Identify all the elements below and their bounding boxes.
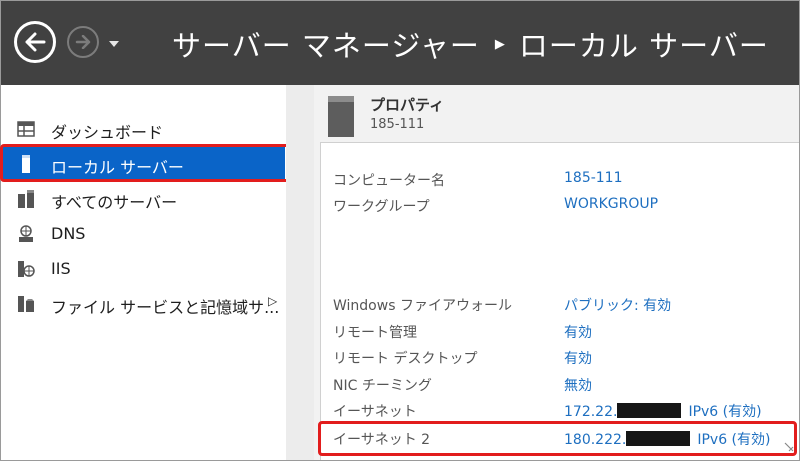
dns-icon	[19, 225, 33, 242]
redaction-mask	[617, 403, 682, 418]
properties-title: プロパティ	[370, 96, 445, 114]
property-value-link[interactable]: 185-111	[564, 170, 623, 186]
property-value-link[interactable]: 無効	[564, 375, 592, 395]
property-key: リモート管理	[333, 325, 417, 341]
resize-grip-icon[interactable]	[784, 442, 794, 452]
sidebar-item-label: IIS	[51, 259, 71, 278]
property-value-link[interactable]: 有効	[564, 348, 592, 368]
properties-subtitle: 185-111	[370, 117, 425, 132]
sidebar: ダッシュボード ローカル サーバー すべてのサーバー DNS IIS ファイル …	[1, 85, 285, 460]
property-row-ethernet: イーサネット 172.22. IPv6 (有効)	[333, 399, 793, 421]
breadcrumb-separator-icon: ▶	[494, 36, 506, 52]
pane-splitter[interactable]	[286, 85, 314, 460]
ip-address-prefix: 172.22.	[564, 404, 618, 420]
property-key: ワークグループ	[333, 199, 430, 215]
property-row-computer-name: コンピューター名 185-111	[333, 168, 793, 190]
file-services-icon	[18, 296, 34, 312]
breadcrumb-app[interactable]: サーバー マネージャー	[172, 23, 480, 65]
sidebar-item-iis[interactable]: IIS	[1, 251, 285, 285]
property-row-remote-desktop: リモート デスクトップ 有効	[333, 346, 793, 368]
expand-arrow-icon[interactable]: ▷	[268, 294, 277, 308]
property-value-link[interactable]: 172.22. IPv6 (有効)	[564, 401, 762, 421]
property-row-workgroup: ワークグループ WORKGROUP	[333, 194, 793, 216]
back-button[interactable]	[14, 21, 56, 63]
back-arrow-icon	[25, 32, 46, 52]
property-row-remote-management: リモート管理 有効	[333, 320, 793, 342]
property-key: リモート デスクトップ	[333, 351, 478, 367]
forward-arrow-icon	[75, 35, 91, 49]
sidebar-item-label: ファイル サービスと記憶域サ...	[51, 298, 280, 317]
server-properties-icon	[328, 96, 354, 137]
property-value-link[interactable]: WORKGROUP	[564, 196, 658, 212]
property-value-link[interactable]: パブリック: 有効	[564, 295, 671, 315]
sidebar-item-label: DNS	[51, 224, 86, 243]
servers-icon	[18, 190, 34, 208]
property-key: イーサネット	[333, 404, 417, 420]
sidebar-item-all-servers[interactable]: すべてのサーバー	[1, 181, 285, 215]
title-bar: サーバー マネージャー ▶ ローカル サーバー	[1, 1, 799, 85]
sidebar-item-dashboard[interactable]: ダッシュボード	[1, 111, 285, 145]
property-key: Windows ファイアウォール	[333, 298, 512, 314]
forward-button[interactable]	[67, 26, 99, 58]
property-row-nic-teaming: NIC チーミング 無効	[333, 373, 793, 395]
history-dropdown[interactable]	[107, 35, 121, 47]
property-key: NIC チーミング	[333, 378, 432, 394]
property-value-link[interactable]: 有効	[564, 322, 592, 342]
dashboard-icon	[17, 121, 35, 137]
sidebar-item-dns[interactable]: DNS	[1, 216, 285, 250]
sidebar-item-file-services[interactable]: ファイル サービスと記憶域サ... ▷	[1, 286, 285, 320]
breadcrumb-page: ローカル サーバー	[518, 29, 769, 63]
row-highlight-outline	[318, 421, 797, 456]
sidebar-item-label: すべてのサーバー	[51, 193, 178, 212]
iis-icon	[18, 261, 35, 277]
sidebar-item-label: ダッシュボード	[51, 123, 164, 142]
ipv6-status: IPv6 (有効)	[688, 404, 762, 420]
selection-highlight-outline	[0, 144, 290, 182]
breadcrumb: サーバー マネージャー ▶ ローカル サーバー	[172, 23, 769, 65]
dropdown-caret-icon	[109, 41, 119, 47]
property-key: コンピューター名	[333, 173, 445, 189]
property-row-firewall: Windows ファイアウォール パブリック: 有効	[333, 293, 793, 315]
